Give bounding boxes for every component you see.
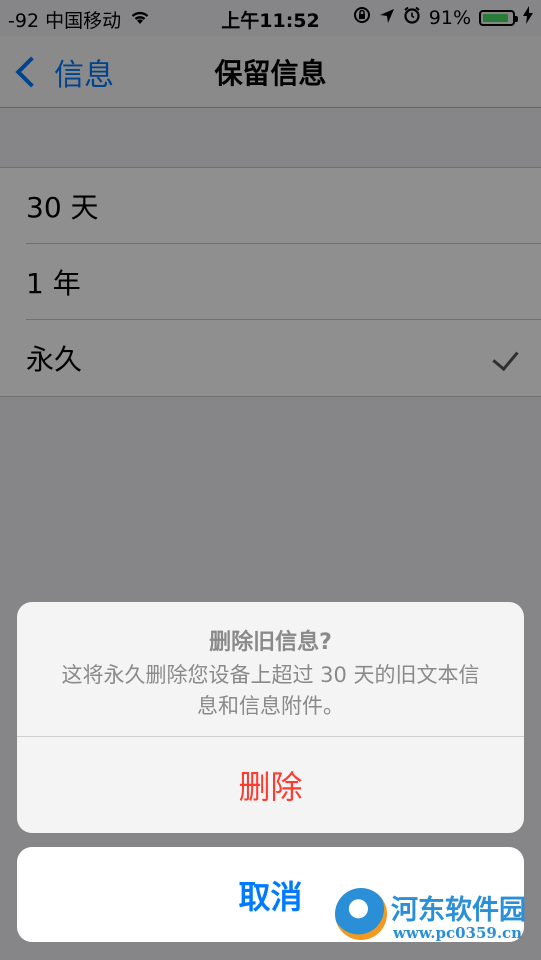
- watermark-name: 河东软件园: [391, 895, 526, 926]
- delete-button[interactable]: 删除: [17, 737, 524, 833]
- alert-message-line: 这将永久删除您设备上超过 30 天的旧文本信: [61, 663, 480, 687]
- action-sheet-message: 删除旧信息? 这将永久删除您设备上超过 30 天的旧文本信 息和信息附件。: [17, 602, 524, 737]
- watermark-url: www.pc0359.cn: [393, 924, 523, 942]
- watermark-logo-icon: [335, 888, 387, 940]
- alert-title: 删除旧信息?: [209, 630, 332, 655]
- alert-message-line: 息和信息附件。: [197, 694, 344, 718]
- action-sheet: 删除旧信息? 这将永久删除您设备上超过 30 天的旧文本信 息和信息附件。 删除: [17, 602, 524, 833]
- watermark: 河东软件园 www.pc0359.cn: [335, 886, 535, 946]
